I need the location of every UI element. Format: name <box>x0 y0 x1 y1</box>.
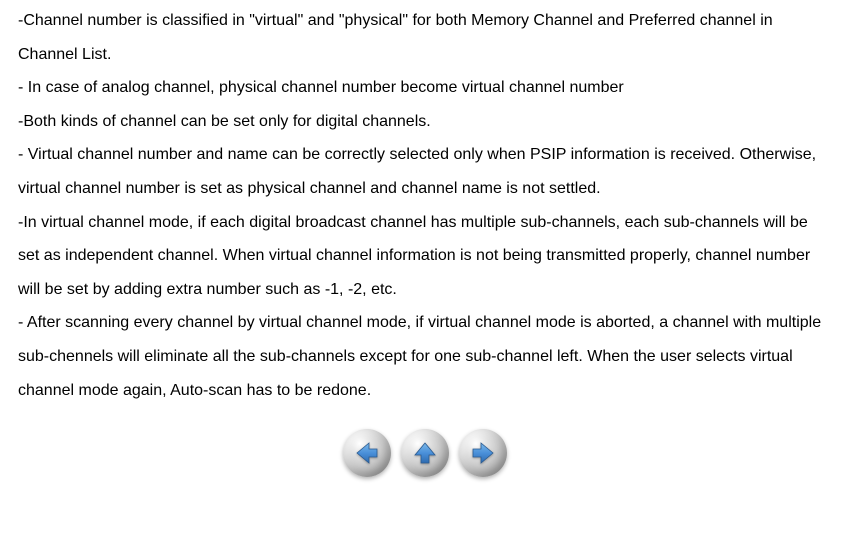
document-content: -Channel number is classified in "virtua… <box>18 4 831 407</box>
paragraph-5: -In virtual channel mode, if each digita… <box>18 206 831 307</box>
forward-button[interactable] <box>457 427 509 479</box>
arrow-right-icon <box>467 437 499 469</box>
back-button[interactable] <box>341 427 393 479</box>
paragraph-2: - In case of analog channel, physical ch… <box>18 71 831 105</box>
paragraph-1: -Channel number is classified in "virtua… <box>18 4 831 71</box>
paragraph-4: - Virtual channel number and name can be… <box>18 138 831 205</box>
back-sphere <box>343 429 391 477</box>
up-button[interactable] <box>399 427 451 479</box>
arrow-up-icon <box>409 437 441 469</box>
paragraph-6: - After scanning every channel by virtua… <box>18 306 831 407</box>
paragraph-3: -Both kinds of channel can be set only f… <box>18 105 831 139</box>
navigation-buttons <box>18 427 831 479</box>
arrow-left-icon <box>351 437 383 469</box>
forward-sphere <box>459 429 507 477</box>
up-sphere <box>401 429 449 477</box>
